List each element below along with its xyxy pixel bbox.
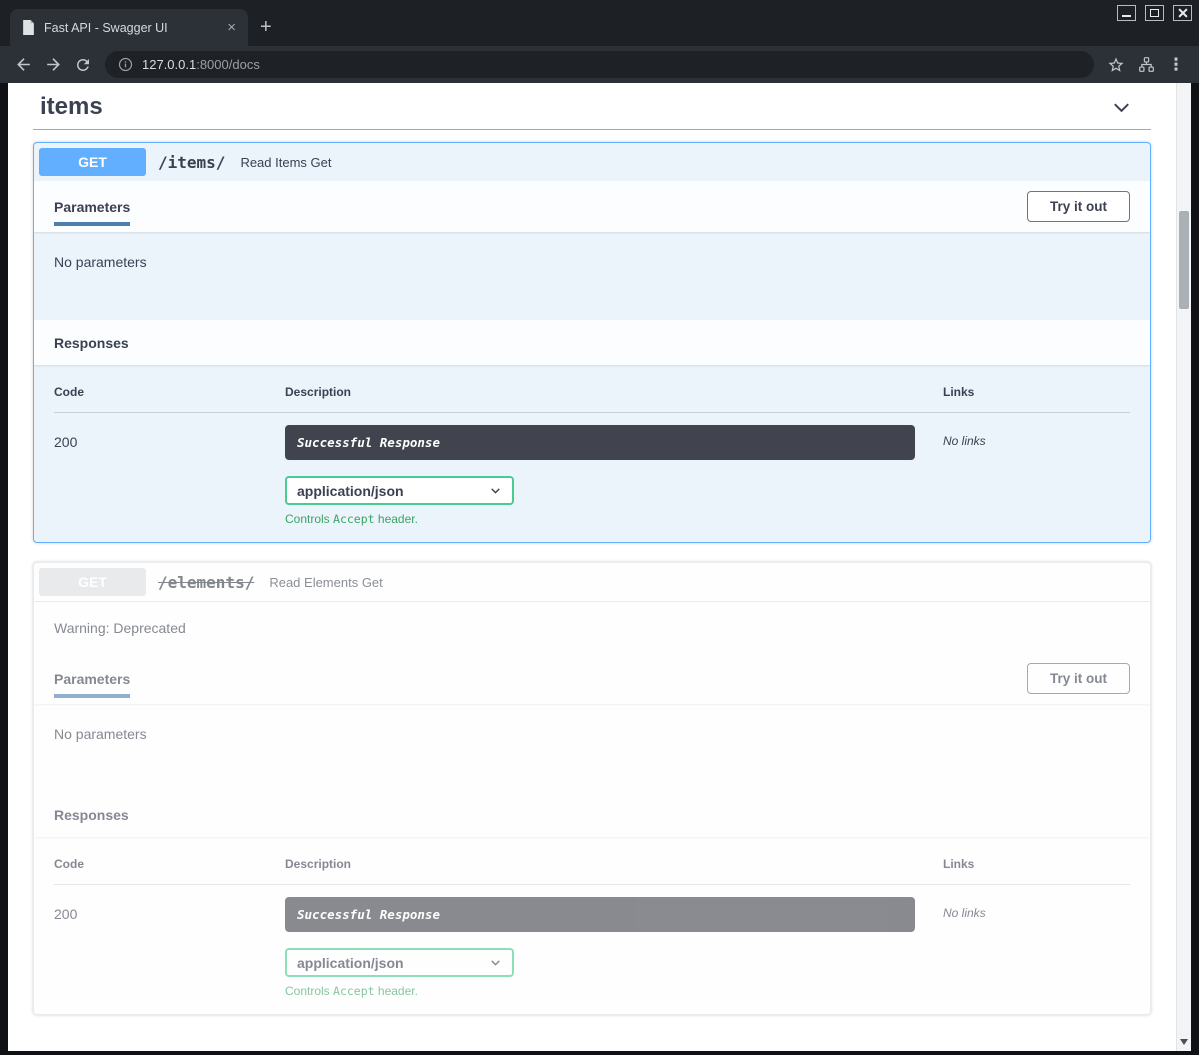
- minimize-icon: [1122, 15, 1131, 17]
- response-code: 200: [54, 425, 285, 526]
- reload-icon: [74, 56, 92, 74]
- url-text: 127.0.0.1: [142, 57, 196, 72]
- responses-table: Code Description Links 200 Successful Re…: [34, 365, 1150, 542]
- select-chevron-icon: [489, 956, 502, 969]
- parameters-label: Parameters: [54, 671, 130, 687]
- endpoint-summary: Read Elements Get: [269, 575, 382, 590]
- parameters-body: No parameters: [34, 232, 1150, 320]
- response-row: 200 Successful Response application/json…: [54, 413, 1130, 526]
- scrollbar[interactable]: [1176, 83, 1191, 1051]
- column-header-code: Code: [54, 385, 285, 399]
- minimize-button[interactable]: [1117, 5, 1136, 21]
- address-bar[interactable]: 127.0.0.1:8000/docs: [105, 51, 1094, 78]
- opblock-summary[interactable]: GET /items/ Read Items Get: [34, 143, 1150, 181]
- section-title: items: [40, 93, 103, 121]
- reload-button[interactable]: [68, 50, 98, 80]
- response-row: 200 Successful Response application/json…: [54, 885, 1130, 998]
- maximize-button[interactable]: [1145, 5, 1164, 21]
- column-header-description: Description: [285, 385, 943, 399]
- url-path-text: :8000/docs: [196, 57, 260, 72]
- method-badge: GET: [39, 568, 146, 596]
- section-divider: [33, 129, 1151, 130]
- scroll-down-arrow-icon: [1180, 1039, 1188, 1045]
- column-header-links: Links: [943, 857, 1130, 871]
- endpoint-summary: Read Items Get: [240, 155, 331, 170]
- try-it-out-button[interactable]: Try it out: [1027, 191, 1130, 222]
- response-description-bar: Successful Response: [285, 897, 915, 932]
- accept-header-note: Controls Accept header.: [285, 512, 915, 526]
- response-description-bar: Successful Response: [285, 425, 915, 460]
- back-button[interactable]: [8, 50, 38, 80]
- scrollbar-thumb[interactable]: [1179, 211, 1189, 309]
- kebab-menu-icon: ⋮: [1168, 55, 1185, 75]
- parameters-body: No parameters: [34, 704, 1150, 792]
- forward-icon: [44, 55, 63, 74]
- tab-parameters[interactable]: Parameters: [54, 199, 130, 215]
- maximize-icon: [1150, 9, 1159, 17]
- responses-header: Responses: [34, 792, 1150, 837]
- title-bar: Fast API - Swagger UI × +: [0, 0, 1199, 46]
- method-badge: GET: [39, 148, 146, 176]
- accept-header-note: Controls Accept header.: [285, 984, 915, 998]
- opblock-get-elements: GET /elements/ Read Elements Get Warning…: [33, 562, 1151, 1015]
- site-info-icon[interactable]: [118, 57, 133, 72]
- close-button[interactable]: [1173, 5, 1192, 21]
- tab-close-icon[interactable]: ×: [223, 19, 240, 36]
- deprecated-warning: Warning: Deprecated: [34, 602, 1150, 653]
- parameters-header: Parameters Try it out: [34, 653, 1150, 704]
- column-header-links: Links: [943, 385, 1130, 399]
- no-parameters-text: No parameters: [54, 726, 147, 742]
- select-chevron-icon: [489, 484, 502, 497]
- response-code: 200: [54, 897, 285, 998]
- section-items-header[interactable]: items: [33, 83, 1151, 129]
- responses-header: Responses: [34, 320, 1150, 365]
- parameters-header: Parameters Try it out: [34, 181, 1150, 232]
- accept-code: Accept: [333, 512, 375, 526]
- swagger-page: items GET /items/ Read Items Get Paramet…: [8, 83, 1176, 1051]
- star-icon: [1107, 56, 1125, 74]
- tab-title: Fast API - Swagger UI: [44, 21, 223, 35]
- sitemap-button[interactable]: [1131, 50, 1161, 80]
- accept-code: Accept: [333, 984, 375, 998]
- responses-title: Responses: [54, 335, 129, 351]
- parameters-label: Parameters: [54, 199, 130, 215]
- page-favicon-icon: [22, 20, 35, 35]
- forward-button[interactable]: [38, 50, 68, 80]
- opblock-summary[interactable]: GET /elements/ Read Elements Get: [34, 563, 1150, 602]
- endpoint-path: /elements/: [158, 573, 254, 592]
- response-links: No links: [943, 425, 1130, 526]
- scrollbar-down-button[interactable]: [1177, 1035, 1191, 1049]
- page-content: items GET /items/ Read Items Get Paramet…: [8, 83, 1191, 1051]
- back-icon: [14, 55, 33, 74]
- column-header-description: Description: [285, 857, 943, 871]
- tab-parameters[interactable]: Parameters: [54, 671, 130, 687]
- nav-bar: 127.0.0.1:8000/docs ⋮: [0, 46, 1199, 83]
- media-type-value: application/json: [297, 955, 404, 971]
- responses-title: Responses: [54, 807, 129, 823]
- opblock-get-items: GET /items/ Read Items Get Parameters Tr…: [33, 142, 1151, 543]
- content-frame: items GET /items/ Read Items Get Paramet…: [0, 83, 1199, 1055]
- column-header-code: Code: [54, 857, 285, 871]
- no-parameters-text: No parameters: [54, 254, 147, 270]
- browser-tab[interactable]: Fast API - Swagger UI ×: [10, 9, 248, 46]
- try-it-out-button[interactable]: Try it out: [1027, 663, 1130, 694]
- chevron-down-icon[interactable]: [1110, 96, 1133, 119]
- browser-menu-button[interactable]: ⋮: [1161, 50, 1191, 80]
- sitemap-icon: [1138, 56, 1155, 73]
- endpoint-path: /items/: [158, 153, 225, 172]
- response-links: No links: [943, 897, 1130, 998]
- browser-window: Fast API - Swagger UI × + 127.0.0.1:8000…: [0, 0, 1199, 1055]
- responses-table: Code Description Links 200 Successful Re…: [34, 837, 1150, 1014]
- media-type-select[interactable]: application/json: [285, 948, 514, 977]
- bookmark-star-button[interactable]: [1101, 50, 1131, 80]
- media-type-value: application/json: [297, 483, 404, 499]
- new-tab-button[interactable]: +: [248, 9, 284, 46]
- media-type-select[interactable]: application/json: [285, 476, 514, 505]
- window-controls: [1117, 5, 1192, 21]
